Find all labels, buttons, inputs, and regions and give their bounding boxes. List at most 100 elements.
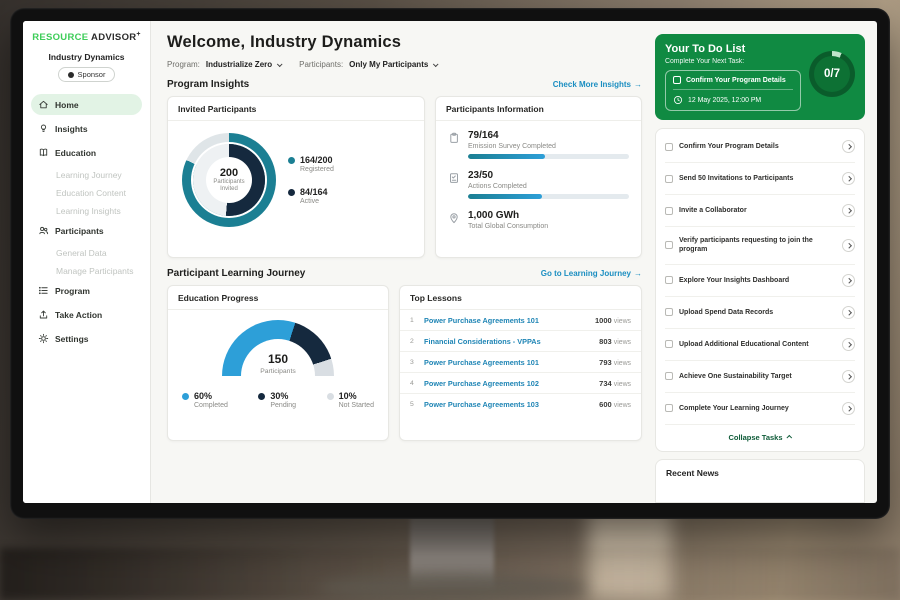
task-open-button[interactable] [842, 370, 855, 383]
lesson-row[interactable]: 2 Financial Considerations - VPPAs 803 v… [400, 331, 641, 352]
card-title: Education Progress [168, 286, 388, 310]
checkbox[interactable] [673, 76, 681, 84]
checkbox[interactable] [665, 404, 673, 412]
sidebar-item-take-action[interactable]: Take Action [31, 304, 142, 325]
gauge-center-value: 150 [268, 352, 288, 366]
sidebar-item-settings[interactable]: Settings [31, 328, 142, 349]
task-row[interactable]: Send 50 Invitations to Participants [665, 163, 855, 195]
lesson-link[interactable]: Power Purchase Agreements 101 [424, 316, 589, 325]
task-open-button[interactable] [842, 306, 855, 319]
progress-bar [468, 194, 629, 199]
lesson-row[interactable]: 4 Power Purchase Agreements 102 734 view… [400, 373, 641, 394]
chevron-right-icon [846, 144, 851, 149]
sidebar-item-insights[interactable]: Insights [31, 118, 142, 139]
checkbox[interactable] [665, 143, 673, 151]
checkbox[interactable] [665, 207, 673, 215]
sidebar-subitem-learning-journey[interactable]: Learning Journey [31, 166, 142, 184]
sidebar-item-label: Insights [55, 124, 88, 134]
home-icon [38, 99, 49, 110]
lesson-row[interactable]: 3 Power Purchase Agreements 101 793 view… [400, 352, 641, 373]
checkbox[interactable] [665, 276, 673, 284]
lesson-views: 734 views [599, 379, 631, 388]
task-row[interactable]: Verify participants requesting to join t… [665, 227, 855, 265]
sidebar-subitem-general-data[interactable]: General Data [31, 244, 142, 262]
chevron-down-icon [277, 61, 283, 67]
donut-chart-area: 200 Participants Invited 164/200 Registe [168, 121, 424, 227]
participants-information-card: Participants Information 79/164 Emission… [435, 96, 642, 258]
collapse-tasks-button[interactable]: Collapse Tasks [665, 425, 855, 448]
checklist-icon [448, 172, 460, 184]
task-open-button[interactable] [842, 239, 855, 252]
task-row[interactable]: Achieve One Sustainability Target [665, 361, 855, 393]
invited-participants-card: Invited Participants 200 Participants In… [167, 96, 425, 258]
next-task-row[interactable]: Confirm Your Program Details [673, 76, 793, 90]
chevron-right-icon [846, 176, 851, 181]
task-open-button[interactable] [842, 140, 855, 153]
go-to-learning-journey-link[interactable]: Go to Learning Journey → [541, 269, 642, 278]
task-open-button[interactable] [842, 172, 855, 185]
checkbox[interactable] [665, 308, 673, 316]
task-row[interactable]: Upload Spend Data Records [665, 297, 855, 329]
legend-item-registered: 164/200 Registered [288, 155, 334, 173]
app-logo: RESOURCE ADVISOR+ [31, 31, 142, 43]
gauge-legend: 60% Completed 30% Pending [168, 375, 388, 409]
lesson-row[interactable]: 1 Power Purchase Agreements 101 1000 vie… [400, 310, 641, 331]
todo-panel: Your To Do List Complete Your Next Task:… [655, 21, 877, 503]
task-open-button[interactable] [842, 274, 855, 287]
section-title: Program Insights [167, 79, 249, 90]
todo-subtitle: Complete Your Next Task: [665, 58, 801, 65]
lesson-views: 803 views [599, 337, 631, 346]
sidebar-item-participants[interactable]: Participants [31, 220, 142, 241]
sidebar-subitem-manage-participants[interactable]: Manage Participants [31, 262, 142, 280]
filter-bar: Program: Industrialize Zero Participants… [167, 60, 642, 69]
program-select[interactable]: Industrialize Zero [206, 60, 281, 69]
check-more-insights-link[interactable]: Check More Insights → [553, 80, 642, 89]
clipboard-icon [448, 132, 460, 144]
lesson-link[interactable]: Financial Considerations - VPPAs [424, 337, 593, 346]
sidebar-item-label: Education [55, 148, 96, 158]
section-title: Participant Learning Journey [167, 268, 305, 279]
sponsor-badge-label: Sponsor [78, 70, 106, 79]
sidebar-subitem-education-content[interactable]: Education Content [31, 184, 142, 202]
logo-advisor: ADVISOR+ [91, 32, 141, 43]
todo-progress-value: 0/7 [809, 51, 855, 97]
task-open-button[interactable] [842, 402, 855, 415]
blue-dot-icon [182, 393, 189, 400]
lesson-link[interactable]: Power Purchase Agreements 102 [424, 379, 593, 388]
legend-item-pending: 30% Pending [258, 391, 296, 409]
chevron-down-icon [433, 61, 439, 67]
checkbox[interactable] [665, 241, 673, 249]
sidebar-item-education[interactable]: Education [31, 142, 142, 163]
task-open-button[interactable] [842, 204, 855, 217]
participants-select[interactable]: Only My Participants [349, 60, 437, 69]
next-task-box: Confirm Your Program Details 12 May 2025… [665, 70, 801, 111]
gauge-center: 150 Participants [168, 350, 388, 375]
lightbulb-icon [38, 123, 49, 134]
education-progress-card: Education Progress 150 Participants [167, 285, 389, 441]
sidebar-item-program[interactable]: Program [31, 280, 142, 301]
task-row[interactable]: Complete Your Learning Journey [665, 393, 855, 425]
checkbox[interactable] [665, 372, 673, 380]
checkbox[interactable] [665, 340, 673, 348]
clock-icon [673, 95, 683, 105]
monitor-stand-base [318, 574, 586, 600]
lesson-link[interactable]: Power Purchase Agreements 101 [424, 358, 593, 367]
donut-legend: 164/200 Registered 84/164 Active [288, 155, 334, 205]
sidebar-subitem-learning-insights[interactable]: Learning Insights [31, 202, 142, 220]
sponsor-badge[interactable]: Sponsor [58, 67, 116, 82]
sidebar-item-label: Settings [55, 334, 89, 344]
stat-global-consumption: 1,000 GWh Total Global Consumption [436, 201, 641, 236]
recent-news-title: Recent News [666, 468, 719, 478]
sidebar-item-home[interactable]: Home [31, 94, 142, 115]
task-row[interactable]: Confirm Your Program Details [665, 131, 855, 163]
task-open-button[interactable] [842, 338, 855, 351]
checkbox[interactable] [665, 175, 673, 183]
due-date-row: 12 May 2025, 12:00 PM [673, 90, 793, 105]
task-row[interactable]: Upload Additional Educational Content [665, 329, 855, 361]
upload-action-icon [38, 309, 49, 320]
task-row[interactable]: Invite a Collaborator [665, 195, 855, 227]
lesson-link[interactable]: Power Purchase Agreements 103 [424, 400, 593, 409]
task-row[interactable]: Explore Your Insights Dashboard [665, 265, 855, 297]
stat-emission-survey: 79/164 Emission Survey Completed [436, 121, 641, 161]
lesson-row[interactable]: 5 Power Purchase Agreements 103 600 view… [400, 394, 641, 414]
